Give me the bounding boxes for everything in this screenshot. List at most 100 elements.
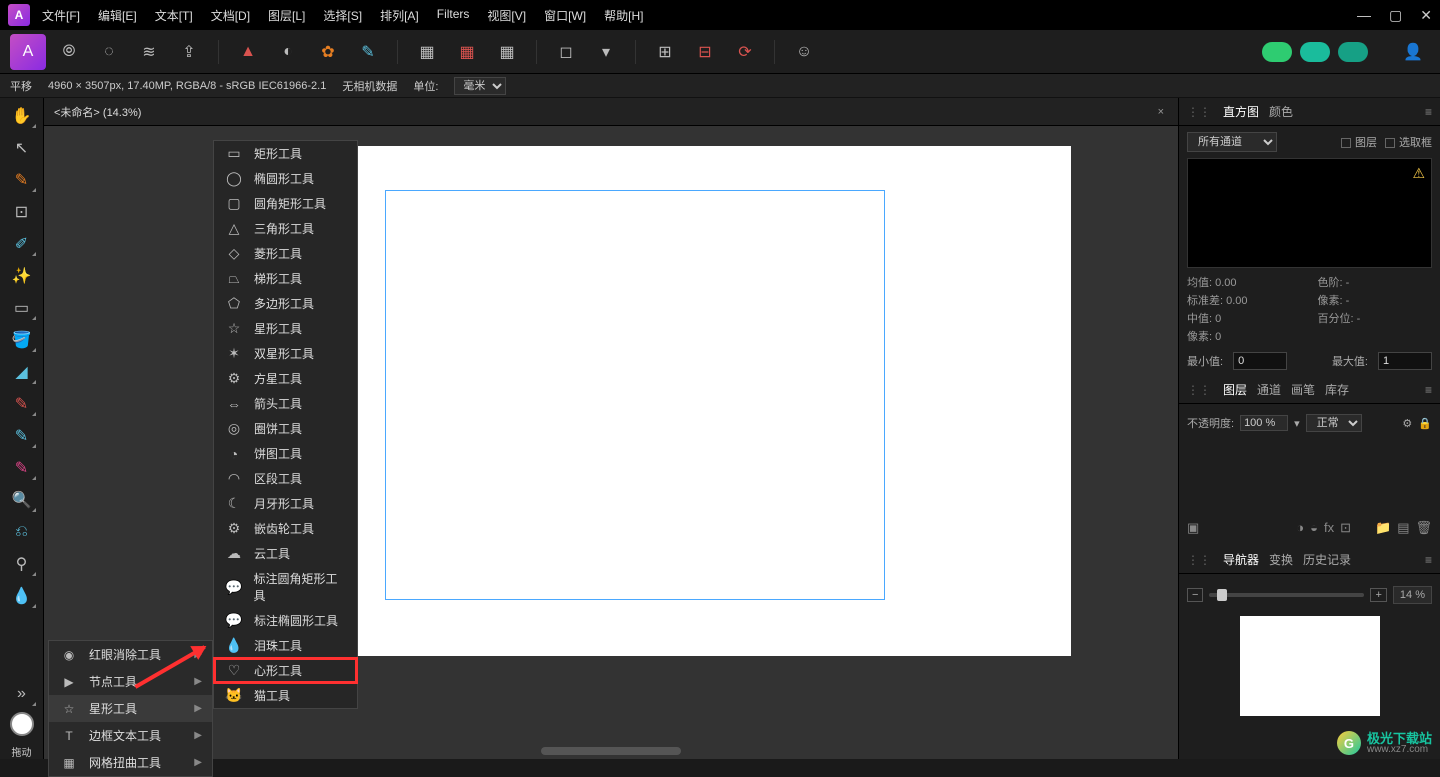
tab-brushes[interactable]: 画笔 [1291,381,1315,398]
tab-histogram[interactable]: 直方图 [1223,103,1259,120]
minimize-button[interactable]: — [1357,7,1371,24]
mask-icon[interactable]: ▣ [1187,520,1199,536]
persona-tone-icon[interactable]: ≋ [132,35,166,69]
auto-levels-icon[interactable]: ▲ [231,35,265,69]
hand-tool[interactable]: ✋ [6,102,38,130]
zoom-slider[interactable] [1209,593,1364,597]
mix-brush-tool[interactable]: ✎ [6,422,38,450]
selection-brush-tool[interactable]: ✐ [6,230,38,258]
shape-item-4[interactable]: ◇菱形工具 [214,241,357,266]
menu-edit[interactable]: 编辑[E] [98,7,137,24]
magnet-icon[interactable]: ⟳ [728,35,762,69]
shape-item-16[interactable]: ☁云工具 [214,541,357,566]
grid-1-icon[interactable]: ▦ [410,35,444,69]
shape-item-14[interactable]: ☾月牙形工具 [214,491,357,516]
shape-item-6[interactable]: ⬠多边形工具 [214,291,357,316]
stamp-tool[interactable]: ⎌ [6,518,38,546]
persona-photo-icon[interactable]: A [10,34,46,70]
crop-toggle-icon[interactable]: ◻ [549,35,583,69]
folder-icon[interactable]: 📁 [1375,520,1391,536]
max-input[interactable] [1378,352,1432,370]
tab-layers[interactable]: 图层 [1223,381,1247,398]
fx-icon[interactable]: ⚙ [1402,417,1412,430]
erase-tool[interactable]: ✎ [6,454,38,482]
pill-green[interactable] [1262,42,1292,62]
blur-tool[interactable]: 💧 [6,582,38,610]
navigator-thumbnail[interactable] [1240,616,1380,716]
tab-color[interactable]: 颜色 [1269,103,1293,120]
clone-tool[interactable]: 🔍 [6,486,38,514]
menu-window[interactable]: 窗口[W] [544,7,586,24]
persona-export-icon[interactable]: ⇪ [172,35,206,69]
foreground-color[interactable] [10,712,34,736]
fx-icon[interactable]: ◒ [1310,520,1318,536]
blend-select[interactable]: 正常 [1306,414,1362,432]
account-icon[interactable]: 👤 [1396,35,1430,69]
layer-checkbox[interactable] [1341,138,1351,148]
wand-tool[interactable]: ✨ [6,262,38,290]
shape-item-10[interactable]: ⇔箭头工具 [214,391,357,416]
shape-item-18[interactable]: 💬标注椭圆形工具 [214,608,357,633]
crop-icon[interactable]: ⊡ [1340,520,1351,536]
zoom-value[interactable]: 14 % [1393,586,1432,604]
add-layer-icon[interactable]: ▤ [1397,520,1409,536]
shape-item-0[interactable]: ▭矩形工具 [214,141,357,166]
min-input[interactable] [1233,352,1287,370]
auto-wb-icon[interactable]: ✎ [351,35,385,69]
grid-2-icon[interactable]: ▦ [450,35,484,69]
menu-arrange[interactable]: 排列[A] [380,7,419,24]
tab-stock[interactable]: 库存 [1325,381,1349,398]
tab-channels[interactable]: 通道 [1257,381,1281,398]
shape-item-1[interactable]: ◯椭圆形工具 [214,166,357,191]
gradient-tool[interactable]: ◢ [6,358,38,386]
grid-3-icon[interactable]: ▦ [490,35,524,69]
opacity-input[interactable] [1240,415,1288,431]
opacity-dropdown-icon[interactable]: ▾ [1294,417,1300,430]
zoom-out-button[interactable]: − [1187,588,1203,602]
shape-item-19[interactable]: 💧泪珠工具 [214,633,357,658]
pill-teal[interactable] [1300,42,1330,62]
move-tool[interactable]: ↖ [6,134,38,162]
flyout-star[interactable]: ☆星形工具▶ [49,695,212,722]
assistant-icon[interactable]: ☺ [787,35,821,69]
tab-close-icon[interactable]: × [1158,106,1164,118]
shape-item-13[interactable]: ◠区段工具 [214,466,357,491]
expand-tool[interactable]: » [6,680,38,708]
shape-item-2[interactable]: ▢圆角矩形工具 [214,191,357,216]
auto-contrast-icon[interactable]: ◐ [271,35,305,69]
tab-history[interactable]: 历史记录 [1303,551,1351,568]
color-picker-tool[interactable]: ✎ [6,166,38,194]
fx2-icon[interactable]: fx [1324,520,1334,536]
flyout-frametext[interactable]: T边框文本工具▶ [49,722,212,749]
panel-menu-icon[interactable]: ≡ [1425,383,1432,397]
flood-tool[interactable]: 🪣 [6,326,38,354]
shape-item-9[interactable]: ⚙方星工具 [214,366,357,391]
align-icon[interactable]: ⊞ [648,35,682,69]
selection-checkbox[interactable] [1385,138,1395,148]
crop-tool[interactable]: ⊡ [6,198,38,226]
shape-item-7[interactable]: ☆星形工具 [214,316,357,341]
scrollbar-horizontal[interactable] [541,747,681,755]
panel-menu-icon[interactable]: ≡ [1425,553,1432,567]
lock-icon[interactable]: 🔒 [1418,417,1432,430]
snap-icon[interactable]: ⊟ [688,35,722,69]
tab-transform[interactable]: 变换 [1269,551,1293,568]
persona-develop-icon[interactable]: ◌ [92,35,126,69]
drag-handle-icon[interactable]: ⋮⋮ [1187,383,1211,397]
shape-item-17[interactable]: 💬标注圆角矩形工具 [214,566,357,608]
shape-item-3[interactable]: △三角形工具 [214,216,357,241]
menu-file[interactable]: 文件[F] [42,7,80,24]
drag-handle-icon[interactable]: ⋮⋮ [1187,553,1211,567]
persona-liquify-icon[interactable]: ⦾ [52,35,86,69]
menu-filters[interactable]: Filters [437,7,470,24]
zoom-in-button[interactable]: + [1370,588,1386,602]
maximize-button[interactable]: ▢ [1389,7,1402,24]
menu-text[interactable]: 文本[T] [155,7,193,24]
menu-layer[interactable]: 图层[L] [268,7,305,24]
panel-menu-icon[interactable]: ≡ [1425,105,1432,119]
menu-view[interactable]: 视图[V] [487,7,526,24]
flyout-node[interactable]: ▶节点工具▶ [49,668,212,695]
shape-item-12[interactable]: ◔饼图工具 [214,441,357,466]
close-button[interactable]: ✕ [1420,7,1432,24]
shape-item-11[interactable]: ◎圈饼工具 [214,416,357,441]
